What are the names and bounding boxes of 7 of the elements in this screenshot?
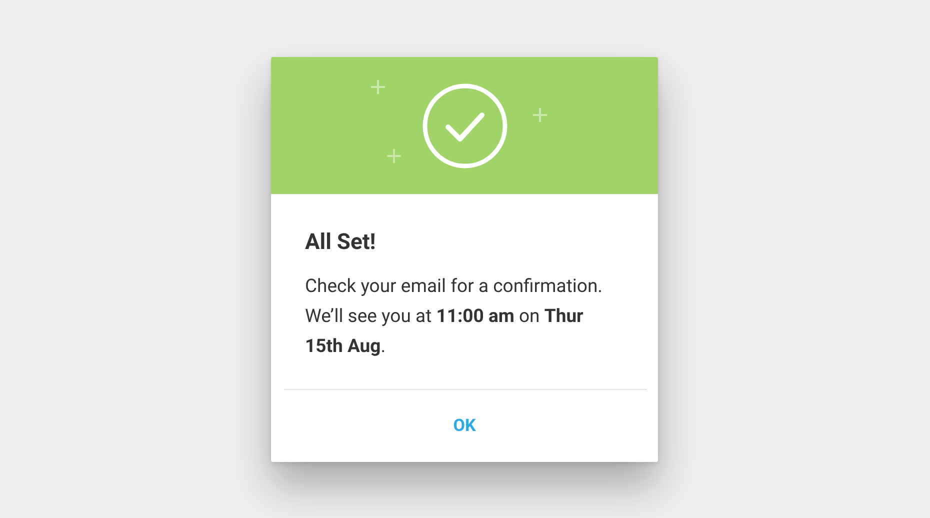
- plus-icon: [386, 148, 402, 164]
- check-circle-icon: [422, 82, 508, 168]
- dialog-title: All Set!: [305, 230, 377, 255]
- dialog-message: Check your email for a confirmation. We’ll see you at 11:00 am on Thur 15th Aug.: [305, 274, 604, 359]
- plus-icon: [370, 79, 386, 95]
- ok-button[interactable]: OK: [441, 410, 488, 442]
- plus-icon: [532, 107, 548, 123]
